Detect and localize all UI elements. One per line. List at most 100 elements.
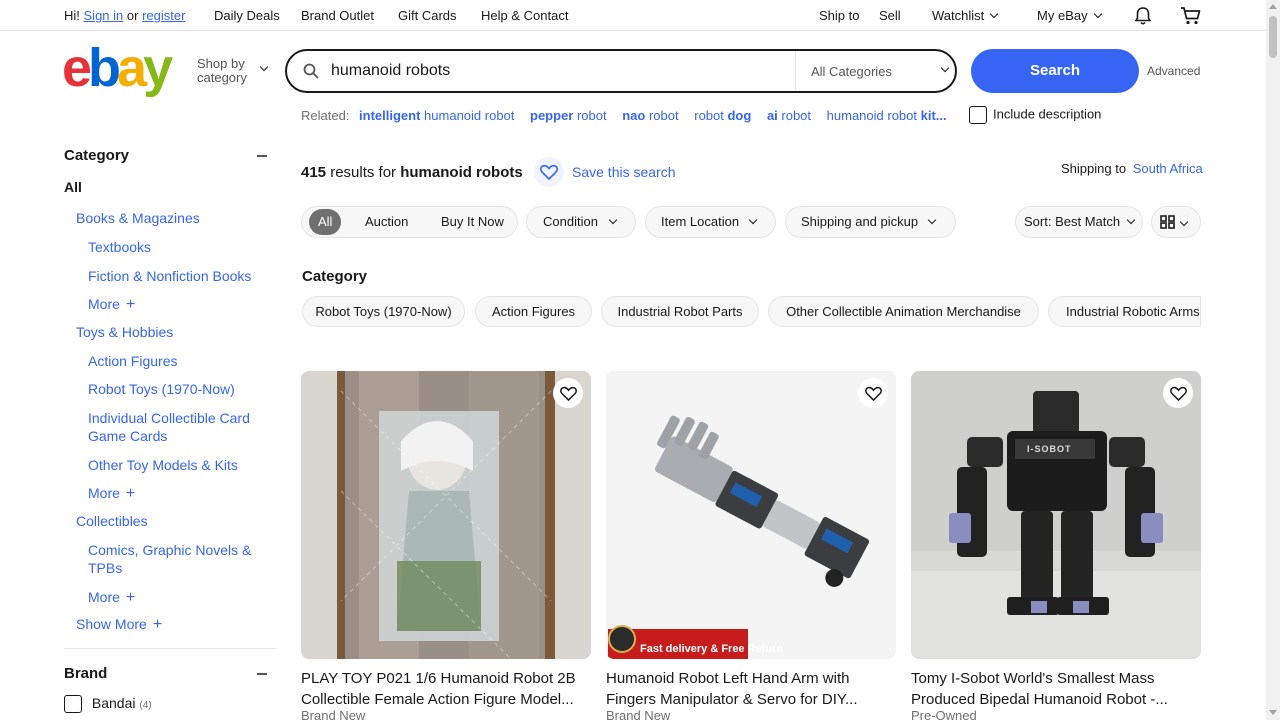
advanced-search-link[interactable]: Advanced (1147, 64, 1200, 78)
shipping-country-link[interactable]: South Africa (1133, 161, 1203, 176)
watch-button[interactable] (1163, 378, 1193, 408)
robot-label: I-SOBOT (1027, 444, 1072, 454)
related-link[interactable]: robot dog (694, 108, 751, 123)
include-description-checkbox[interactable]: Include description (969, 106, 1101, 124)
or-text: or (126, 8, 139, 23)
brand-count: (4) (139, 700, 152, 711)
related-link[interactable]: ai robot (767, 108, 811, 123)
sidebar-item-collectibles[interactable]: Collectibles (76, 512, 148, 530)
chevron-down-icon (1126, 215, 1136, 225)
sort-dropdown[interactable]: Sort: Best Match (1015, 206, 1143, 238)
related-link[interactable]: nao robot (622, 108, 678, 123)
product-condition: Brand New (301, 708, 366, 720)
scrollbar-thumb[interactable] (1269, 16, 1277, 58)
related-link[interactable]: humanoid robot kit... (827, 108, 947, 123)
shipping-pickup-filter[interactable]: Shipping and pickup (785, 206, 956, 238)
more-label: More (88, 296, 120, 312)
my-ebay-label: My eBay (1037, 8, 1088, 23)
sidebar-item-fiction-nonfiction[interactable]: Fiction & Nonfiction Books (88, 267, 268, 285)
sidebar-more-toys[interactable]: More + (88, 484, 268, 503)
product-title[interactable]: Humanoid Robot Left Hand Arm with Finger… (606, 668, 896, 710)
my-ebay-menu[interactable]: My eBay (1037, 8, 1102, 23)
gift-cards-link[interactable]: Gift Cards (398, 8, 457, 23)
sidebar-more-collectibles[interactable]: More + (88, 588, 268, 607)
scroll-down-arrow-icon[interactable] (1269, 710, 1277, 715)
logo-letter-y: y (143, 38, 173, 98)
item-location-filter[interactable]: Item Location (645, 206, 776, 238)
brand-heading: Brand (64, 665, 108, 682)
sort-label: Sort: Best Match (1024, 214, 1121, 229)
sidebar-item-toys-hobbies[interactable]: Toys & Hobbies (76, 323, 173, 341)
product-image[interactable]: Fast delivery & Free Return (606, 371, 896, 659)
collapse-icon[interactable] (257, 155, 267, 157)
vertical-scrollbar[interactable] (1266, 0, 1280, 720)
product-image[interactable]: I-SOBOT (911, 371, 1201, 659)
category-pill[interactable]: Industrial Robotic Arms (1048, 296, 1201, 327)
filter-auction[interactable]: Auction (365, 207, 408, 237)
sidebar-item-other-toy-models[interactable]: Other Toy Models & Kits (88, 456, 268, 474)
category-pill[interactable]: Robot Toys (1970-Now) (302, 296, 465, 327)
bell-icon[interactable] (1133, 6, 1153, 26)
category-pill[interactable]: Other Collectible Animation Merchandise (768, 296, 1039, 327)
chevron-down-icon (1179, 217, 1189, 227)
help-contact-link[interactable]: Help & Contact (481, 8, 568, 23)
search-icon (303, 63, 319, 79)
filter-all[interactable]: All (309, 209, 342, 235)
sidebar-item-action-figures[interactable]: Action Figures (88, 352, 268, 370)
collapse-icon[interactable] (257, 673, 267, 675)
sidebar-item-robot-toys[interactable]: Robot Toys (1970-Now) (88, 380, 268, 398)
chevron-down-icon (927, 215, 937, 225)
sidebar-item-books-magazines[interactable]: Books & Magazines (76, 209, 200, 227)
related-link[interactable]: pepper robot (530, 108, 607, 123)
watch-button[interactable] (858, 378, 888, 408)
sidebar-item-all[interactable]: All (64, 179, 82, 195)
ebay-logo[interactable]: ebay (62, 38, 173, 98)
checkbox[interactable] (969, 106, 987, 124)
category-select[interactable]: All Categories (811, 64, 892, 79)
plus-icon: + (125, 296, 136, 313)
watchlist-menu[interactable]: Watchlist (932, 8, 999, 23)
ship-to-link[interactable]: Ship to (819, 8, 859, 23)
grid-view-icon (1160, 215, 1175, 229)
search-input[interactable]: humanoid robots (331, 62, 450, 80)
plus-icon: + (125, 485, 136, 502)
sidebar-item-comics[interactable]: Comics, Graphic Novels & TPBs (88, 541, 268, 577)
sign-in-link[interactable]: Sign in (84, 8, 124, 23)
related-searches: Related: intelligent humanoid robot pepp… (301, 108, 959, 123)
chevron-down-icon (748, 215, 758, 225)
heart-icon (865, 386, 882, 401)
heart-icon (560, 386, 577, 401)
sell-link[interactable]: Sell (879, 8, 901, 23)
product-title[interactable]: Tomy I-Sobot World's Smallest Mass Produ… (911, 668, 1201, 710)
search-button[interactable]: Search (971, 49, 1139, 93)
sidebar-item-collectible-card[interactable]: Individual Collectible Card Game Cards (88, 409, 268, 445)
sidebar-item-textbooks[interactable]: Textbooks (88, 238, 268, 256)
heart-icon (540, 164, 558, 180)
brand-outlet-link[interactable]: Brand Outlet (301, 8, 374, 23)
daily-deals-link[interactable]: Daily Deals (214, 8, 280, 23)
view-toggle[interactable] (1151, 206, 1201, 238)
category-section-title: Category (302, 268, 368, 285)
product-image[interactable] (301, 371, 591, 659)
brand-filter-bandai[interactable]: Bandai (4) (64, 695, 152, 714)
logo-letter-e: e (62, 38, 92, 98)
checkbox[interactable] (64, 695, 82, 714)
watch-button[interactable] (553, 378, 583, 408)
category-pill[interactable]: Action Figures (475, 296, 592, 327)
scroll-up-arrow-icon[interactable] (1269, 4, 1277, 9)
filter-buy-it-now[interactable]: Buy It Now (441, 207, 504, 237)
cart-icon[interactable] (1180, 6, 1202, 26)
product-title[interactable]: PLAY TOY P021 1/6 Humanoid Robot 2B Coll… (301, 668, 591, 710)
shipping-pickup-label: Shipping and pickup (801, 214, 919, 229)
condition-filter[interactable]: Condition (526, 206, 636, 238)
related-label: Related: (301, 108, 350, 123)
shop-by-category-button[interactable]: Shop by category (197, 57, 247, 85)
isobot-robot-image (911, 371, 1201, 659)
related-link[interactable]: intelligent humanoid robot (359, 108, 514, 123)
sidebar-more-books[interactable]: More + (88, 295, 268, 314)
product-condition: Brand New (606, 708, 671, 720)
more-label: More (88, 589, 120, 605)
category-pill[interactable]: Industrial Robot Parts (601, 296, 759, 327)
sidebar-show-more[interactable]: Show More + (76, 615, 162, 634)
register-link[interactable]: register (142, 8, 185, 23)
